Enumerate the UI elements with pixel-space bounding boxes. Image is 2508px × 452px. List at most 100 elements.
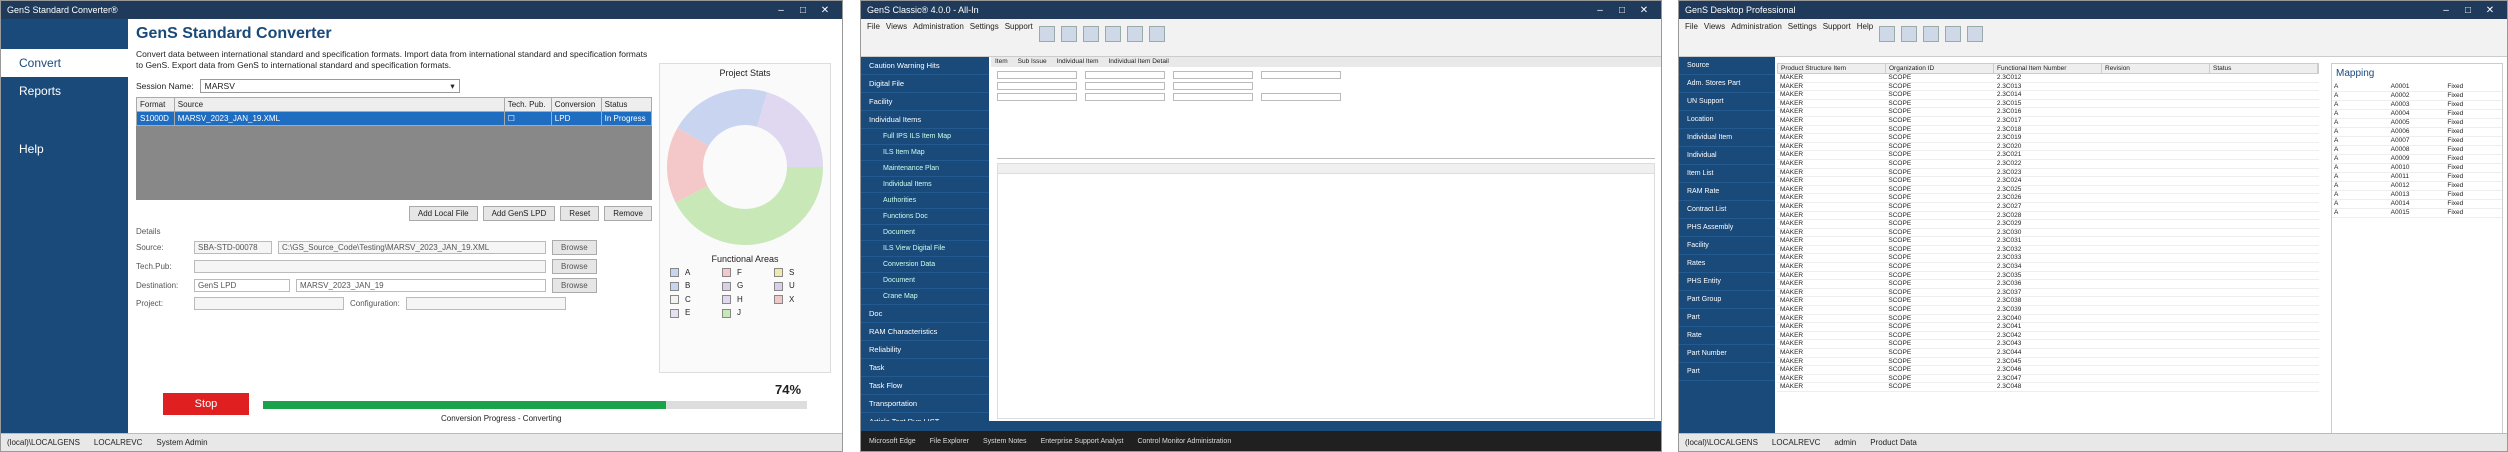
table-row[interactable]: MAKER SCOPE 2.3C013 <box>1777 83 2319 92</box>
table-row[interactable]: MAKER SCOPE 2.3C046 <box>1777 366 2319 375</box>
form-field[interactable] <box>997 93 1077 101</box>
tree-item[interactable]: PHS Entity <box>1679 273 1775 291</box>
table-row[interactable]: MAKER SCOPE 2.3C035 <box>1777 272 2319 281</box>
menu-admin[interactable]: Administration <box>913 22 964 53</box>
mapping-row[interactable]: A A0008 Fixed <box>2332 146 2502 155</box>
table-row[interactable]: MAKER SCOPE 2.3C041 <box>1777 323 2319 332</box>
menu-file[interactable]: File <box>867 22 880 53</box>
table-row[interactable]: MAKER SCOPE 2.3C037 <box>1777 289 2319 298</box>
table-row[interactable]: MAKER SCOPE 2.3C042 <box>1777 332 2319 341</box>
minimize-icon[interactable]: – <box>2435 5 2457 16</box>
mapping-row[interactable]: A A0003 Fixed <box>2332 101 2502 110</box>
tree-item[interactable]: ILS View Digital File <box>861 241 989 257</box>
table-row[interactable]: MAKER SCOPE 2.3C014 <box>1777 91 2319 100</box>
table-row[interactable]: S1000D MARSV_2023_JAN_19.XML ☐ LPD In Pr… <box>136 111 653 126</box>
mapping-row[interactable]: A A0015 Fixed <box>2332 209 2502 218</box>
tree-item[interactable]: Part Group <box>1679 291 1775 309</box>
table-row[interactable]: MAKER SCOPE 2.3C018 <box>1777 126 2319 135</box>
table-row[interactable]: MAKER SCOPE 2.3C047 <box>1777 375 2319 384</box>
taskbar-item[interactable]: System Notes <box>983 438 1027 445</box>
mapping-row[interactable]: A A0002 Fixed <box>2332 92 2502 101</box>
table-row[interactable]: MAKER SCOPE 2.3C043 <box>1777 340 2319 349</box>
toolbar-icon[interactable] <box>1082 26 1099 42</box>
tree-item[interactable]: Full IPS ILS Item Map <box>861 129 989 145</box>
session-select[interactable]: MARSV ▾ <box>199 79 460 93</box>
col-status[interactable]: Status <box>600 97 653 112</box>
maximize-icon[interactable]: □ <box>2457 5 2479 16</box>
column-header[interactable]: Functional Item Number <box>1994 64 2102 73</box>
table-row[interactable]: MAKER SCOPE 2.3C015 <box>1777 100 2319 109</box>
table-row[interactable]: MAKER SCOPE 2.3C016 <box>1777 108 2319 117</box>
tree-item[interactable]: Task <box>861 359 989 377</box>
col-techpub[interactable]: Tech. Pub. <box>503 97 552 112</box>
tree-item[interactable]: Document <box>861 273 989 289</box>
table-row[interactable]: MAKER SCOPE 2.3C038 <box>1777 297 2319 307</box>
taskbar-item[interactable]: Enterprise Support Analyst <box>1041 438 1124 445</box>
tree-item[interactable]: Location <box>1679 111 1775 129</box>
minimize-icon[interactable]: – <box>1589 5 1611 16</box>
col-format[interactable]: Format <box>136 97 175 112</box>
toolbar-icon[interactable] <box>1967 26 1984 42</box>
menu-settings[interactable]: Settings <box>1788 22 1817 53</box>
table-row[interactable]: MAKER SCOPE 2.3C022 <box>1777 160 2319 169</box>
tab-sub-issue[interactable]: Sub Issue <box>1018 58 1047 66</box>
mapping-row[interactable]: A A0007 Fixed <box>2332 137 2502 146</box>
menu-views[interactable]: Views <box>1704 22 1725 53</box>
menu-admin[interactable]: Administration <box>1731 22 1782 53</box>
tree-item[interactable]: Authorities <box>861 193 989 209</box>
form-field[interactable] <box>1085 82 1165 90</box>
table-row[interactable]: MAKER SCOPE 2.3C026 <box>1777 194 2319 203</box>
close-icon[interactable]: ✕ <box>814 5 836 16</box>
tree-item[interactable]: Task Flow <box>861 377 989 395</box>
form-field[interactable] <box>1173 93 1253 101</box>
table-row[interactable]: MAKER SCOPE 2.3C017 <box>1777 117 2319 126</box>
add-gens-lpd-button[interactable]: Add GenS LPD <box>482 206 556 221</box>
menu-views[interactable]: Views <box>886 22 907 53</box>
tree-item[interactable]: Part <box>1679 363 1775 381</box>
mapping-row[interactable]: A A0001 Fixed <box>2332 83 2502 92</box>
taskbar-item[interactable]: Control Monitor Administration <box>1137 438 1231 445</box>
table-row[interactable]: MAKER SCOPE 2.3C045 <box>1777 358 2319 367</box>
mapping-row[interactable]: A A0014 Fixed <box>2332 200 2502 209</box>
menu-support[interactable]: Support <box>1823 22 1851 53</box>
maximize-icon[interactable]: □ <box>792 5 814 16</box>
table-row[interactable]: MAKER SCOPE 2.3C029 <box>1777 220 2319 229</box>
nav-convert[interactable]: Convert <box>1 49 128 77</box>
toolbar-icon[interactable] <box>1038 26 1055 42</box>
minimize-icon[interactable]: – <box>770 5 792 16</box>
techpub-browse-button[interactable]: Browse <box>552 259 597 274</box>
form-field[interactable] <box>1173 71 1253 79</box>
mapping-row[interactable]: A A0012 Fixed <box>2332 182 2502 191</box>
taskbar-item[interactable]: File Explorer <box>930 438 969 445</box>
column-header[interactable]: Product Structure Item <box>1778 64 1886 73</box>
mapping-row[interactable]: A A0011 Fixed <box>2332 173 2502 182</box>
toolbar-icon[interactable] <box>1060 26 1077 42</box>
techpub-field[interactable] <box>194 260 546 273</box>
column-header[interactable]: Organization ID <box>1886 64 1994 73</box>
tree-item[interactable]: ILS Item Map <box>861 145 989 161</box>
toolbar-icon[interactable] <box>1148 26 1165 42</box>
tree-item[interactable]: Document <box>861 225 989 241</box>
table-row[interactable]: MAKER SCOPE 2.3C020 <box>1777 143 2319 152</box>
tree-item[interactable]: Digital File <box>861 75 989 93</box>
table-row[interactable]: MAKER SCOPE 2.3C023 <box>1777 169 2319 178</box>
form-field[interactable] <box>1261 71 1341 79</box>
form-field[interactable] <box>997 82 1077 90</box>
toolbar-icon[interactable] <box>1126 26 1143 42</box>
table-row[interactable]: MAKER SCOPE 2.3C036 <box>1777 280 2319 289</box>
form-field[interactable] <box>1085 93 1165 101</box>
column-header[interactable]: Status <box>2210 64 2318 73</box>
tree-item[interactable]: Individual Item <box>1679 129 1775 147</box>
col-conversion[interactable]: Conversion <box>550 97 602 112</box>
table-row[interactable]: MAKER SCOPE 2.3C027 <box>1777 203 2319 212</box>
tree-item[interactable]: Facility <box>1679 237 1775 255</box>
col-source[interactable]: Source <box>173 97 505 112</box>
tree-item[interactable]: Adm. Stores Part <box>1679 75 1775 93</box>
tree-item[interactable]: Facility <box>861 93 989 111</box>
toolbar-icon[interactable] <box>1104 26 1121 42</box>
table-row[interactable]: MAKER SCOPE 2.3C025 <box>1777 186 2319 195</box>
table-row[interactable]: MAKER SCOPE 2.3C028 <box>1777 212 2319 221</box>
tree-item[interactable]: Source <box>1679 57 1775 75</box>
mapping-row[interactable]: A A0013 Fixed <box>2332 191 2502 200</box>
reset-button[interactable]: Reset <box>560 206 600 221</box>
